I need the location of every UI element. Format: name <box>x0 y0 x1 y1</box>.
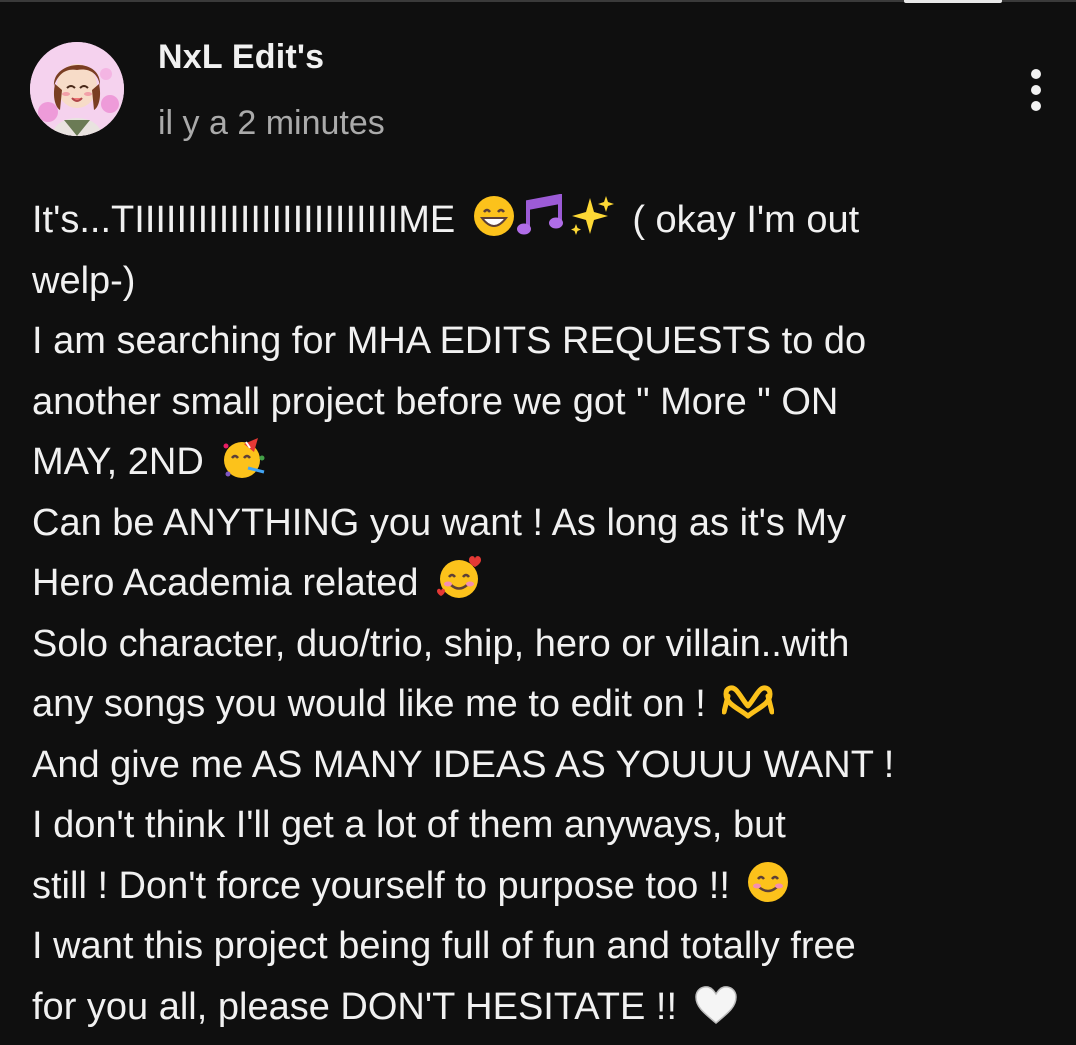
comment-line-text: for you all, please DON'T HESITATE !! <box>32 985 678 1028</box>
heart-hands-icon <box>722 682 775 722</box>
comment-line: another small project before we got " Mo… <box>32 372 1062 433</box>
comment-line: Can be ANYTHING you want ! As long as it… <box>32 493 1062 554</box>
dot <box>1031 101 1041 111</box>
comment-line: I want this project being full of fun an… <box>32 916 1062 977</box>
grinning-face-icon <box>472 194 516 238</box>
white-heart-icon <box>694 985 738 1025</box>
smiling-face-with-hearts-icon <box>435 555 485 601</box>
comment-line: welp-) <box>32 251 1062 312</box>
comment-author[interactable]: NxL Edit's <box>158 38 324 77</box>
comment-line-text: still ! Don't force yourself to purpose … <box>32 864 730 907</box>
comment-line-text: welp-) <box>32 259 136 302</box>
partying-face-icon <box>220 436 268 480</box>
comment-line-text: MAY, 2ND <box>32 441 204 483</box>
sparkles-icon <box>568 194 614 238</box>
comment-line: And give me AS MANY IDEAS AS YOUUU WANT … <box>32 735 1062 796</box>
comment-line-text: another small project before we got " Mo… <box>32 380 839 423</box>
avatar[interactable] <box>30 42 124 136</box>
comment-line-text: Can be ANYTHING you want ! As long as it… <box>32 501 847 544</box>
comment-line: It's...TIIIIIIIIIIIIIIIIIIIIIIIIIME ( ok… <box>32 190 1062 251</box>
comment-line: Solo character, duo/trio, ship, hero or … <box>32 614 1062 675</box>
comment-line: still ! Don't force yourself to purpose … <box>32 856 1062 917</box>
three-dots-vertical-icon <box>1031 69 1041 79</box>
comment-line-text: It's...TIIIIIIIIIIIIIIIIIIIIIIIIIME <box>32 199 456 241</box>
musical-notes-icon <box>516 194 568 238</box>
comment-timestamp: il y a 2 minutes <box>158 104 385 142</box>
comment-line: I don't think I'll get a lot of them any… <box>32 795 1062 856</box>
comment-line-text: Solo character, duo/trio, ship, hero or … <box>32 622 850 665</box>
comment-line-text: I want this project being full of fun an… <box>32 925 856 967</box>
more-options-button[interactable] <box>1014 62 1058 118</box>
comment-line: I am searching for MHA EDITS REQUESTS to… <box>32 311 1062 372</box>
comment-line-text: I don't think I'll get a lot of them any… <box>32 804 786 846</box>
comment-line: Hero Academia related <box>32 553 1062 614</box>
comment-line-text: And give me AS MANY IDEAS AS YOUUU WANT … <box>32 743 895 786</box>
comment-body: It's...TIIIIIIIIIIIIIIIIIIIIIIIIIME ( ok… <box>32 190 1062 1037</box>
comment-line-text: ( okay I'm out <box>632 199 860 241</box>
dot <box>1031 85 1041 95</box>
comment-line: for you all, please DON'T HESITATE !! <box>32 977 1062 1038</box>
comment-line: any songs you would like me to edit on ! <box>32 674 1062 735</box>
smiling-face-icon <box>746 860 790 904</box>
comment-line-text: I am searching for MHA EDITS REQUESTS to… <box>32 320 867 362</box>
comment-line: MAY, 2ND <box>32 432 1062 493</box>
comment-line-text: Hero Academia related <box>32 562 419 604</box>
top-tab-indicator <box>904 0 1002 3</box>
comment-line-text: any songs you would like me to edit on ! <box>32 683 706 725</box>
avatar-image <box>30 42 124 136</box>
